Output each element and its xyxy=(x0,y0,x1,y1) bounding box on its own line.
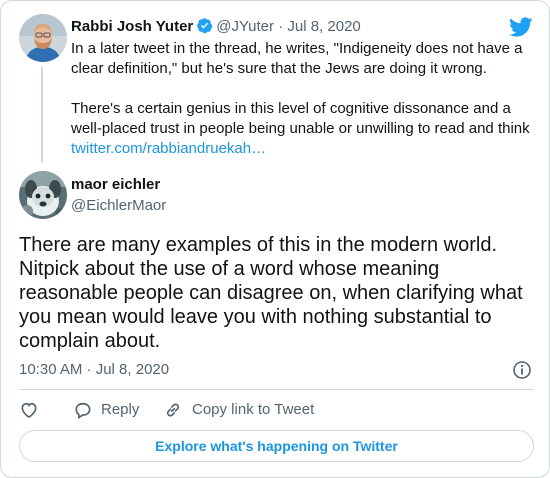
quoted-tweet-link[interactable]: twitter.com/rabbiandruekah… xyxy=(71,140,266,157)
reply-button[interactable]: Reply xyxy=(73,399,139,421)
header-separator: · xyxy=(278,18,284,35)
quoted-author-name[interactable]: Rabbi Josh Yuter xyxy=(71,18,193,35)
twitter-bird-icon[interactable] xyxy=(509,15,533,39)
reply-bubble-icon xyxy=(75,402,91,420)
avatar-maor-eichler[interactable] xyxy=(19,171,67,219)
copy-link-button[interactable]: Copy link to Tweet xyxy=(163,399,314,421)
quoted-tweet-paragraph-2: There's a certain genius in this level o… xyxy=(71,100,530,157)
quoted-tweet-text: In a later tweet in the thread, he write… xyxy=(71,39,533,159)
quoted-author-handle[interactable]: @JYuter xyxy=(216,18,274,35)
quoted-tweet-date[interactable]: Jul 8, 2020 xyxy=(287,18,360,35)
heart-icon xyxy=(21,402,37,419)
verified-badge-icon xyxy=(197,18,213,34)
avatar-rabbi-josh-yuter[interactable] xyxy=(19,14,67,62)
thread-connector-line xyxy=(41,67,43,163)
like-button[interactable] xyxy=(19,399,39,421)
link-icon xyxy=(166,403,180,417)
main-author-handle[interactable]: @EichlerMaor xyxy=(71,196,166,216)
explore-twitter-button[interactable]: Explore what's happening on Twitter xyxy=(19,430,534,462)
main-tweet-text: There are many examples of this in the m… xyxy=(19,234,523,352)
info-icon[interactable] xyxy=(512,360,532,380)
embedded-tweet-card: Rabbi Josh Yuter @JYuter · Jul 8, 2020 In… xyxy=(0,0,550,478)
quoted-tweet-header: Rabbi Josh Yuter @JYuter · Jul 8, 2020 xyxy=(71,17,361,37)
explore-label: Explore what's happening on Twitter xyxy=(155,438,398,454)
quoted-tweet-paragraph-1: In a later tweet in the thread, he write… xyxy=(71,40,523,77)
main-author-name[interactable]: maor eichler xyxy=(71,175,160,195)
tweet-timestamp[interactable]: 10:30 AM · Jul 8, 2020 xyxy=(19,360,169,380)
reply-label: Reply xyxy=(101,401,140,418)
copy-link-label: Copy link to Tweet xyxy=(192,401,315,418)
action-divider xyxy=(19,389,534,390)
